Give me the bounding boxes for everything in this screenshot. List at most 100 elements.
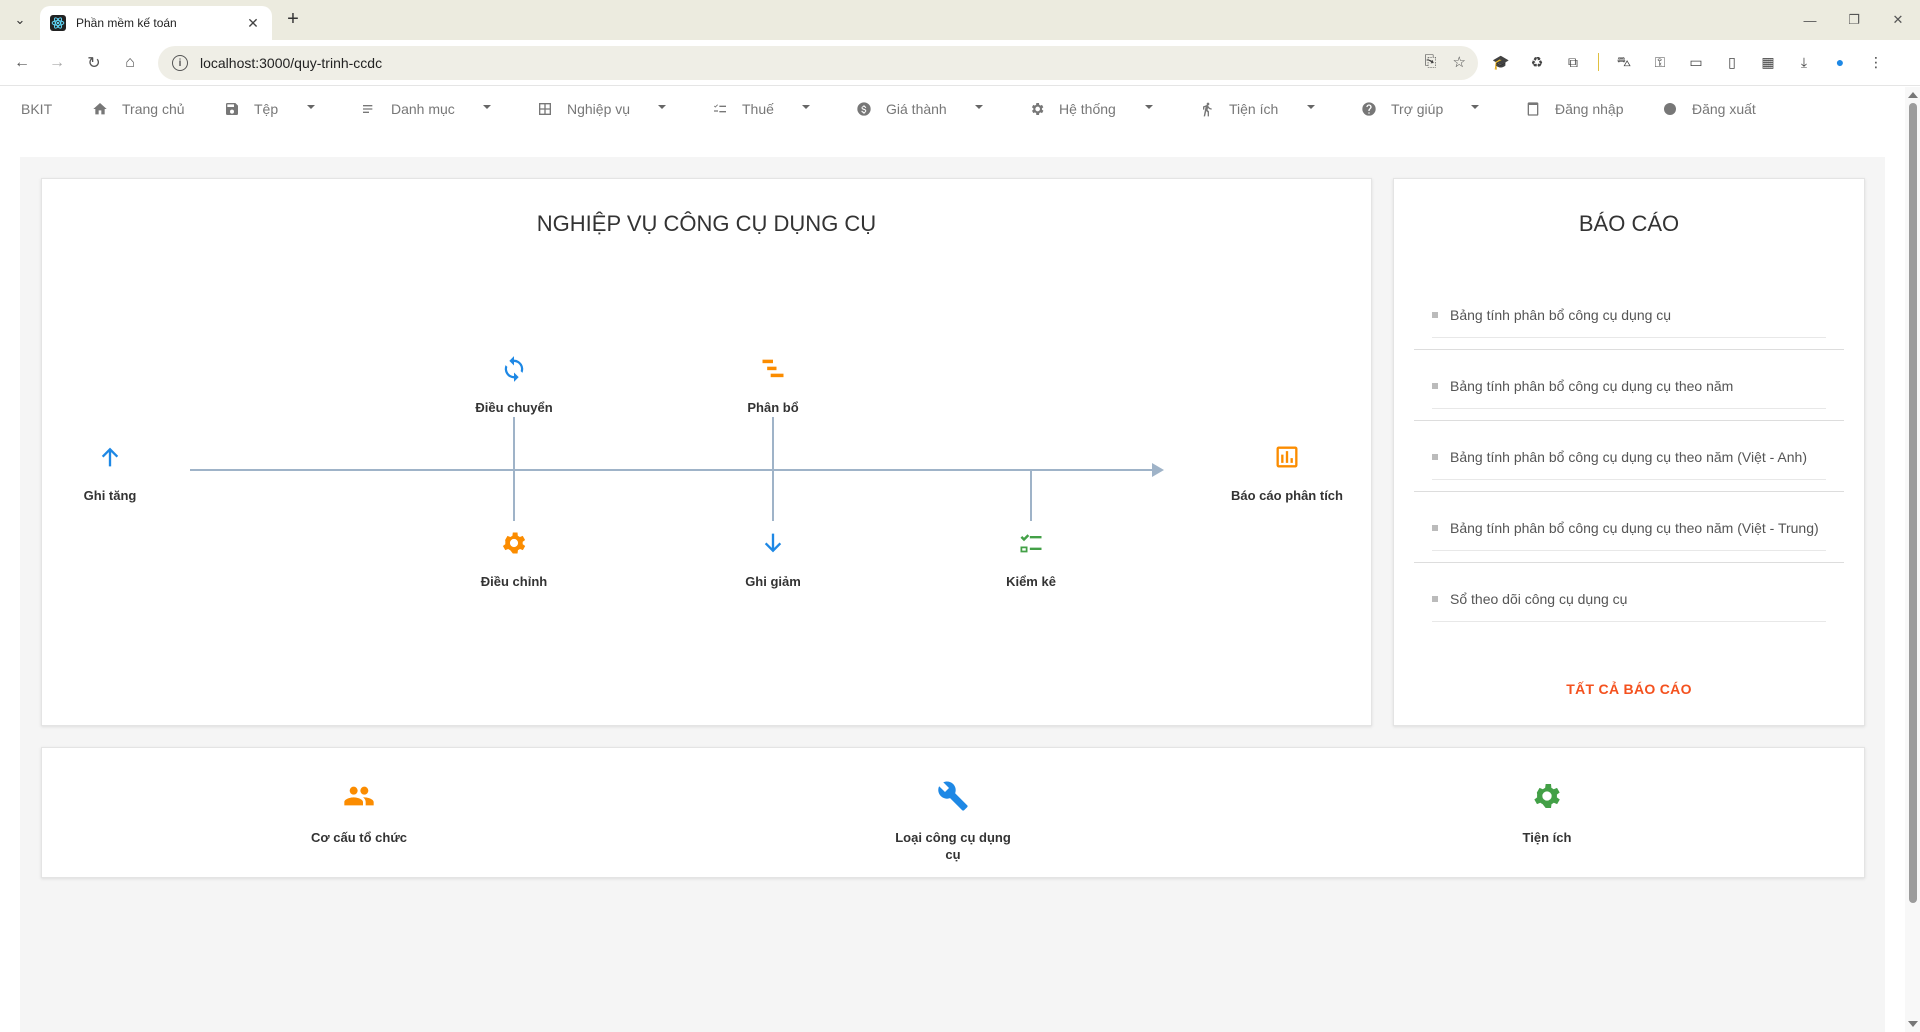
chevron-down-icon[interactable] <box>483 105 491 109</box>
extension-graduation-icon[interactable]: 🎓 <box>1490 51 1512 73</box>
report-item[interactable]: Bảng tính phân bổ công cụ dụng cụ <box>1414 279 1844 350</box>
chevron-down-icon[interactable] <box>307 105 315 109</box>
download-icon[interactable]: ⤓ <box>1793 51 1815 73</box>
chevron-down-icon[interactable] <box>1471 105 1479 109</box>
menu-tien-ich[interactable]: Tiện ích <box>1199 87 1278 131</box>
bullet-icon <box>1432 524 1438 531</box>
node-bao-cao-phan-tich[interactable]: Báo cáo phân tích <box>1217 443 1357 504</box>
chevron-down-icon[interactable] <box>1307 105 1315 109</box>
home-button[interactable]: ⌂ <box>118 51 142 75</box>
wrench-icon <box>937 780 969 817</box>
page-scrollbar[interactable] <box>1905 87 1920 1032</box>
shortcut-loai-cong-cu[interactable]: Loại công cụ dụng cụ <box>893 780 1013 863</box>
restore-button[interactable]: ❐ <box>1832 0 1876 40</box>
menu-danh-muc[interactable]: Danh mục <box>361 87 455 131</box>
report-item[interactable]: Bảng tính phân bổ công cụ dụng cụ theo n… <box>1414 421 1844 492</box>
chevron-down-icon[interactable] <box>975 105 983 109</box>
settings-gear-icon <box>500 529 528 557</box>
report-list: Bảng tính phân bổ công cụ dụng cụ Bảng t… <box>1414 279 1844 634</box>
menu-he-thong[interactable]: Hệ thống <box>1029 87 1116 131</box>
bookmark-star-icon[interactable]: ☆ <box>1453 53 1466 71</box>
brand-label[interactable]: BKIT <box>21 87 52 131</box>
menu-tep[interactable]: Tệp <box>224 87 278 131</box>
report-link[interactable]: Bảng tính phân bổ công cụ dụng cụ theo n… <box>1450 449 1807 465</box>
bars-staggered-icon <box>759 355 787 383</box>
logout-icon <box>1664 103 1676 115</box>
tab-close-icon[interactable]: ✕ <box>244 15 262 32</box>
shortcut-tien-ich[interactable]: Tiện ích <box>1487 780 1607 846</box>
menu-label: Giá thành <box>886 101 947 117</box>
shortcut-co-cau-to-chuc[interactable]: Cơ cấu tổ chức <box>299 780 419 846</box>
scrollbar-thumb[interactable] <box>1909 103 1917 903</box>
shortcuts-card: Cơ cấu tổ chức Loại công cụ dụng cụ Tiện… <box>41 747 1865 878</box>
report-item[interactable]: Bảng tính phân bổ công cụ dụng cụ theo n… <box>1414 350 1844 421</box>
back-button[interactable]: ← <box>10 51 34 75</box>
address-bar[interactable]: i localhost:3000/quy-trinh-ccdc ⎘ ☆ <box>158 46 1478 80</box>
reload-button[interactable]: ↻ <box>82 51 106 75</box>
react-favicon-icon <box>50 15 66 31</box>
menu-label: Trang chủ <box>122 101 185 117</box>
extension-car-icon[interactable]: ⛍ <box>1613 51 1635 73</box>
node-label: Điều chuyển <box>475 400 553 415</box>
report-item[interactable]: Sổ theo dõi công cụ dụng cụ <box>1414 563 1844 634</box>
bullet-icon <box>1432 453 1438 460</box>
menu-gia-thanh[interactable]: Giá thành <box>856 87 947 131</box>
install-app-icon[interactable]: ⎘ <box>1425 53 1437 71</box>
menu-tro-giup[interactable]: Trợ giúp <box>1361 87 1443 131</box>
scroll-down-icon[interactable] <box>1908 1021 1918 1027</box>
chevron-down-icon[interactable] <box>1145 105 1153 109</box>
node-dieu-chuyen[interactable]: Điều chuyển <box>444 355 584 416</box>
settings-gear-icon <box>1531 780 1563 817</box>
node-ghi-giam[interactable]: Ghi giảm <box>703 529 843 590</box>
save-icon <box>226 103 238 115</box>
scroll-up-icon[interactable] <box>1908 92 1918 98</box>
menu-thue[interactable]: Thuế <box>712 87 774 131</box>
checklist-icon <box>1017 529 1045 557</box>
node-label: Ghi giảm <box>745 574 801 589</box>
forward-button[interactable]: → <box>45 51 69 75</box>
node-label: Phân bổ <box>747 400 799 415</box>
window-close-button[interactable]: ✕ <box>1876 0 1920 40</box>
payment-card-icon[interactable]: ▭ <box>1685 51 1707 73</box>
minimize-button[interactable]: — <box>1788 0 1832 40</box>
menu-nghiep-vu[interactable]: Nghiệp vụ <box>537 87 630 131</box>
side-panel-icon[interactable]: ▦ <box>1757 51 1779 73</box>
browser-tab[interactable]: Phần mềm kế toán ✕ <box>40 6 272 40</box>
node-dieu-chinh[interactable]: Điều chỉnh <box>444 529 584 590</box>
extensions-puzzle-icon[interactable]: ⧉ <box>1562 51 1584 73</box>
grid-icon <box>539 103 551 115</box>
node-kiem-ke[interactable]: Kiểm kê <box>961 529 1101 590</box>
menu-dang-xuat[interactable]: Đăng xuất <box>1662 87 1756 131</box>
extension-recycle-icon[interactable]: ♻ <box>1526 51 1548 73</box>
menu-label: Danh mục <box>391 101 455 117</box>
reading-mode-icon[interactable]: ▯ <box>1721 51 1743 73</box>
sync-icon <box>500 355 528 383</box>
site-info-icon[interactable]: i <box>172 55 188 71</box>
report-link[interactable]: Sổ theo dõi công cụ dụng cụ <box>1450 591 1627 607</box>
bullet-icon <box>1432 382 1438 389</box>
report-item[interactable]: Bảng tính phân bổ công cụ dụng cụ theo n… <box>1414 492 1844 563</box>
chevron-down-icon[interactable] <box>802 105 810 109</box>
brand-text: BKIT <box>21 101 53 117</box>
menu-label: Thuế <box>742 101 774 117</box>
password-key-icon[interactable]: ⚿ <box>1649 51 1671 73</box>
report-link[interactable]: Bảng tính phân bổ công cụ dụng cụ <box>1450 307 1671 323</box>
menu-label: Tiện ích <box>1229 101 1279 117</box>
runner-icon <box>1203 102 1212 117</box>
reports-title: BÁO CÁO <box>1578 211 1680 236</box>
tab-search-button[interactable]: ⌄ <box>8 8 32 32</box>
report-link[interactable]: Bảng tính phân bổ công cụ dụng cụ theo n… <box>1450 378 1733 394</box>
report-link[interactable]: Bảng tính phân bổ công cụ dụng cụ theo n… <box>1450 520 1819 536</box>
menu-label: Đăng xuất <box>1692 101 1756 117</box>
chrome-menu-icon[interactable]: ⋮ <box>1865 51 1887 73</box>
menu-dang-nhap[interactable]: Đăng nhập <box>1525 87 1624 131</box>
menu-trang-chu[interactable]: Trang chủ <box>92 87 185 131</box>
new-tab-button[interactable]: + <box>282 9 304 31</box>
chevron-down-icon[interactable] <box>658 105 666 109</box>
menu-label: Đăng nhập <box>1555 101 1624 117</box>
menu-label: Hệ thống <box>1059 101 1116 117</box>
all-reports-button[interactable]: TẤT CẢ BÁO CÁO <box>1394 681 1864 697</box>
profile-avatar-icon[interactable]: ● <box>1829 51 1851 73</box>
node-phan-bo[interactable]: Phân bổ <box>703 355 843 416</box>
node-ghi-tang[interactable]: Ghi tăng <box>40 443 180 504</box>
